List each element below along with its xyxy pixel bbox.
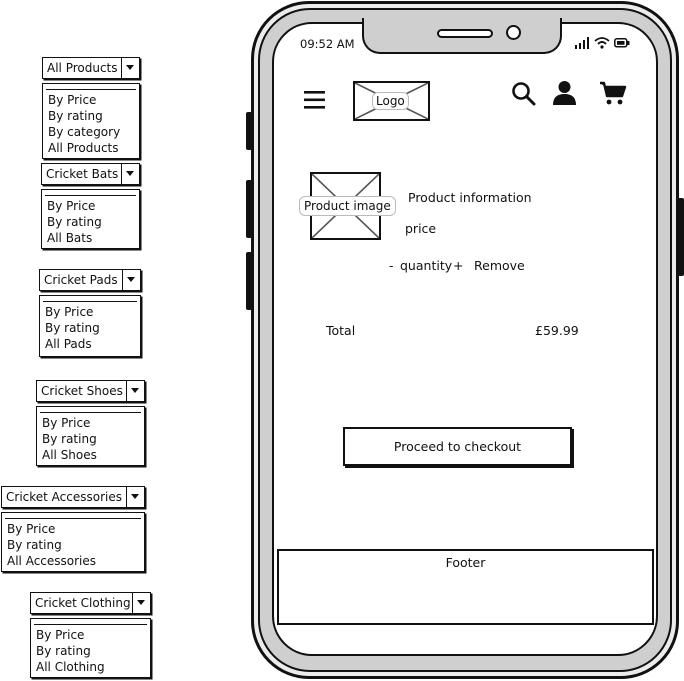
user-icon[interactable] <box>552 80 577 106</box>
chevron-down-icon[interactable] <box>122 270 140 290</box>
product-image-label: Product image <box>299 196 396 216</box>
phone-speaker <box>437 29 493 38</box>
dropdown-option[interactable]: By rating <box>7 537 96 553</box>
dropdown-option[interactable]: By rating <box>48 108 120 124</box>
divider <box>43 301 137 302</box>
remove-button[interactable]: Remove <box>474 258 525 273</box>
signal-icon <box>575 37 589 49</box>
dropdown-options: By Price By rating All Accessories <box>1 512 145 572</box>
logo[interactable]: Logo <box>353 81 430 121</box>
product-price: price <box>405 221 437 236</box>
dropdown-option[interactable]: By Price <box>47 198 102 214</box>
proceed-to-checkout-button[interactable]: Proceed to checkout <box>343 427 572 466</box>
divider <box>5 518 141 519</box>
dropdown-label: Cricket Accessories <box>6 490 122 504</box>
status-time: 09:52 AM <box>300 37 355 51</box>
dropdown-header[interactable]: Cricket Bats <box>41 163 140 185</box>
dropdown-header[interactable]: Cricket Accessories <box>1 486 145 508</box>
dropdown-option[interactable]: All Products <box>48 140 120 156</box>
dropdown-label: Cricket Clothing <box>35 596 131 610</box>
dropdown-option[interactable]: All Bats <box>47 230 102 246</box>
divider <box>40 412 141 413</box>
logo-label: Logo <box>372 92 409 110</box>
search-icon[interactable] <box>511 81 537 107</box>
dropdown-header[interactable]: Cricket Shoes <box>36 380 145 402</box>
dropdown-label: Cricket Bats <box>46 167 119 181</box>
dropdown-option[interactable]: By Price <box>42 415 97 431</box>
decrement-button[interactable]: - <box>389 258 394 273</box>
dropdown-label: Cricket Shoes <box>41 384 123 398</box>
dropdown-option[interactable]: By rating <box>42 431 97 447</box>
wifi-icon <box>594 37 610 49</box>
dropdown-option[interactable]: By Price <box>36 627 105 643</box>
chevron-down-icon[interactable] <box>126 381 144 401</box>
hamburger-menu-icon[interactable] <box>304 91 325 109</box>
increment-button[interactable]: + <box>453 258 463 273</box>
cart-icon[interactable] <box>599 81 627 106</box>
footer-label: Footer <box>445 555 486 570</box>
footer: Footer <box>277 549 654 625</box>
chevron-down-icon[interactable] <box>132 593 150 613</box>
dropdown-options: By Price By rating By category All Produ… <box>42 83 140 159</box>
dropdown-option[interactable]: All Accessories <box>7 553 96 569</box>
dropdown-option[interactable]: By category <box>48 124 120 140</box>
divider <box>46 89 136 90</box>
dropdown-option[interactable]: By Price <box>48 92 120 108</box>
dropdown-options: By Price By rating All Shoes <box>36 406 145 466</box>
dropdown-option[interactable]: By rating <box>45 320 100 336</box>
dropdown-header[interactable]: All Products <box>42 57 140 79</box>
product-information: Product information <box>408 190 532 205</box>
chevron-down-icon[interactable] <box>126 487 144 507</box>
dropdown-option[interactable]: By rating <box>36 643 105 659</box>
dropdown-option[interactable]: By Price <box>7 521 96 537</box>
dropdown-option[interactable]: All Shoes <box>42 447 97 463</box>
battery-icon <box>614 38 630 48</box>
dropdown-header[interactable]: Cricket Clothing <box>30 592 151 614</box>
dropdown-header[interactable]: Cricket Pads <box>39 269 141 291</box>
dropdown-option[interactable]: All Pads <box>45 336 100 352</box>
chevron-down-icon[interactable] <box>121 164 139 184</box>
dropdown-option[interactable]: By rating <box>47 214 102 230</box>
dropdown-options: By Price By rating All Pads <box>39 295 141 357</box>
divider <box>45 195 136 196</box>
divider <box>34 624 147 625</box>
dropdown-label: All Products <box>47 61 118 75</box>
dropdown-options: By Price By rating All Clothing <box>30 618 151 678</box>
dropdown-options: By Price By rating All Bats <box>41 189 140 249</box>
total-value: £59.99 <box>535 323 579 338</box>
total-label: Total <box>326 323 356 338</box>
dropdown-option[interactable]: All Clothing <box>36 659 105 675</box>
dropdown-label: Cricket Pads <box>44 273 118 287</box>
dropdown-option[interactable]: By Price <box>45 304 100 320</box>
chevron-down-icon[interactable] <box>121 58 139 78</box>
phone-camera <box>506 25 521 40</box>
quantity-value: quantity <box>400 258 453 273</box>
